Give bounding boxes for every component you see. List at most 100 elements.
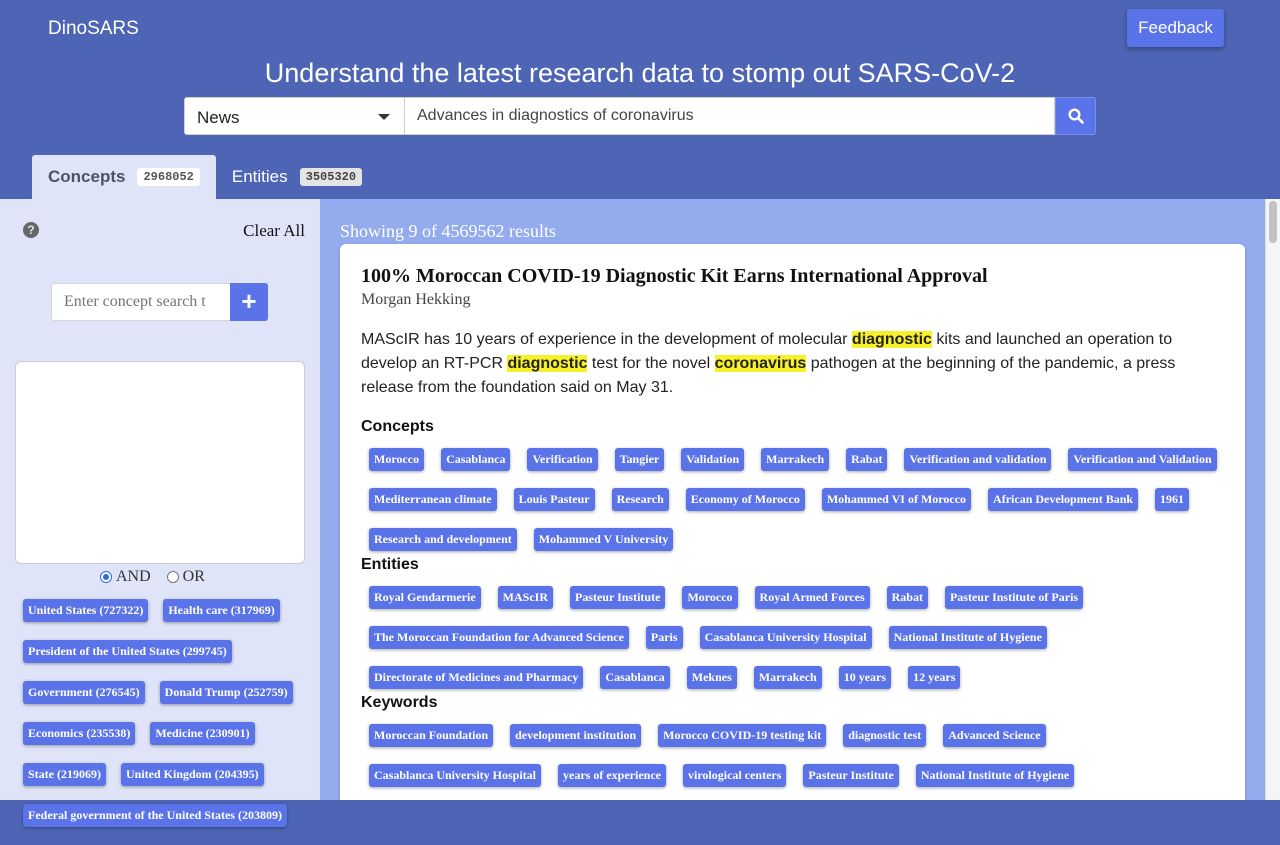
snippet-text: test for the novel [587,355,715,372]
add-concept-button[interactable]: + [230,283,268,321]
page-headline: Understand the latest research data to s… [264,58,1016,88]
keyword-chip[interactable]: virological centers [682,764,787,787]
facet-chip[interactable]: United Kingdom (204395) [120,763,264,786]
entity-chip[interactable]: Morocco [682,586,738,609]
facet-chip[interactable]: Medicine (230901) [150,722,255,745]
and-label: AND [116,568,151,585]
chevron-down-icon [378,114,390,120]
article-snippet: MAScIR has 10 years of experience in the… [361,328,1221,400]
concepts-section-label: Concepts [361,418,434,435]
entity-chip[interactable]: Paris [645,626,683,649]
or-radio[interactable] [166,571,179,583]
concept-chip[interactable]: Verification and Validation [1068,448,1217,471]
concept-chip[interactable]: Marrakech [761,448,830,471]
concept-chip[interactable]: Research [611,488,669,511]
tab-label: Entities [231,167,288,186]
search-button[interactable] [1055,97,1096,135]
keyword-chip[interactable]: Advanced Science [943,724,1046,747]
keyword-chip[interactable]: Casablanca University Hospital [369,764,542,787]
keyword-chip[interactable]: years of experience [558,764,666,787]
header: DinoSARS Feedback Understand the latest … [0,0,1280,199]
facet-chip[interactable]: State (219069) [23,763,106,786]
results-panel: Showing 9 of 4569562 results 100% Morocc… [320,199,1280,800]
concept-chip[interactable]: Louis Pasteur [513,488,595,511]
entity-chip[interactable]: Pasteur Institute [569,586,666,609]
keyword-chip-group: Moroccan Foundation development instituti… [369,724,1229,800]
feedback-button[interactable]: Feedback [1127,9,1224,47]
scrollbar[interactable] [1265,199,1280,800]
or-label: OR [182,568,205,585]
selected-concepts-box[interactable] [15,361,305,564]
keyword-chip[interactable]: Moroccan Foundation [369,724,494,747]
entity-chip[interactable]: MAScIR [497,586,553,609]
keyword-chip[interactable]: diagnostic test [843,724,927,747]
facet-chip[interactable]: Federal government of the United States … [23,804,287,827]
and-radio[interactable] [100,571,112,583]
concept-chip[interactable]: Mohammed V University [533,528,674,551]
logic-toggle: AND OR [100,568,205,586]
entity-chip[interactable]: Royal Gendarmerie [369,586,481,609]
concept-chip[interactable]: 1961 [1155,488,1190,511]
concept-chip[interactable]: Research and development [369,528,517,551]
entity-chip[interactable]: Directorate of Medicines and Pharmacy [369,666,584,689]
facet-chip[interactable]: United States (727322) [23,599,149,622]
keyword-chip[interactable]: Morocco COVID-19 testing kit [658,724,827,747]
concept-chip[interactable]: Mohammed VI of Morocco [821,488,972,511]
concept-chip[interactable]: Morocco [369,448,425,471]
concept-chip[interactable]: Casablanca [441,448,511,471]
concept-chip[interactable]: Validation [681,448,745,471]
help-icon[interactable]: ? [23,222,39,238]
entity-chip[interactable]: Pasteur Institute of Paris [944,586,1084,609]
concept-chip[interactable]: Rabat [846,448,888,471]
tab-entities[interactable]: Entities 3505320 [216,155,378,199]
highlighted-term: diagnostic [851,331,932,348]
keyword-chip[interactable]: Pasteur Institute [803,764,899,787]
keyword-chip[interactable]: development institution [510,724,642,747]
logic-or-option[interactable]: OR [166,568,205,586]
entity-chip[interactable]: The Moroccan Foundation for Advanced Sci… [369,626,629,649]
clear-all-button[interactable]: Clear All [243,221,305,241]
snippet-text: MAScIR has 10 years of experience in the… [361,331,852,348]
entity-chip[interactable]: Rabat [886,586,928,609]
keywords-section-label: Keywords [361,694,438,711]
search-category-select[interactable]: News [184,97,404,135]
entity-chip[interactable]: National Institute of Hygiene [888,626,1047,649]
concept-chip[interactable]: Mediterranean climate [369,488,497,511]
search-icon [1067,108,1084,124]
entity-chip[interactable]: Royal Armed Forces [754,586,870,609]
concept-search-input[interactable] [51,283,231,321]
concept-chip-group: Morocco Casablanca Verification Tangier Vali… [369,448,1229,568]
tab-label: Concepts [48,167,126,186]
concept-chip[interactable]: African Development Bank [988,488,1139,511]
article-title[interactable]: 100% Moroccan COVID-19 Diagnostic Kit Ea… [361,265,988,288]
facet-chip[interactable]: Health care (317969) [163,599,280,622]
brand-logo[interactable]: DinoSARS [48,18,139,40]
facet-chip[interactable]: Economics (235538) [23,722,136,745]
entities-section-label: Entities [361,556,419,573]
concept-chip[interactable]: Verification and validation [904,448,1052,471]
entity-chip[interactable]: Meknes [686,666,737,689]
entity-chip[interactable]: 10 years [838,666,892,689]
tab-count-badge: 3505320 [299,168,363,186]
facet-chip[interactable]: Donald Trump (252759) [159,681,293,704]
search-category-value: News [197,108,240,127]
results-count: Showing 9 of 4569562 results [340,221,556,241]
search-input[interactable] [404,97,1055,135]
facet-list: United States (727322) Health care (31796… [23,599,313,845]
entity-chip[interactable]: Casablanca University Hospital [699,626,872,649]
entity-chip[interactable]: Casablanca [600,666,670,689]
entity-chip[interactable]: 12 years [908,666,961,689]
concept-chip[interactable]: Verification [527,448,598,471]
logic-and-option[interactable]: AND [100,568,151,586]
concept-chip[interactable]: Economy of Morocco [685,488,805,511]
highlighted-term: diagnostic [507,355,588,372]
tab-bar: Concepts 2968052 Entities 3505320 [32,155,378,199]
scrollbar-thumb[interactable] [1269,201,1277,243]
keyword-chip[interactable]: National Institute of Hygiene [915,764,1075,787]
article-card: 100% Moroccan COVID-19 Diagnostic Kit Ea… [340,244,1245,800]
concept-chip[interactable]: Tangier [614,448,665,471]
entity-chip[interactable]: Marrakech [753,666,822,689]
facet-chip[interactable]: Government (276545) [23,681,145,704]
facet-chip[interactable]: President of the United States (299745) [23,640,232,663]
tab-concepts[interactable]: Concepts 2968052 [32,155,216,199]
